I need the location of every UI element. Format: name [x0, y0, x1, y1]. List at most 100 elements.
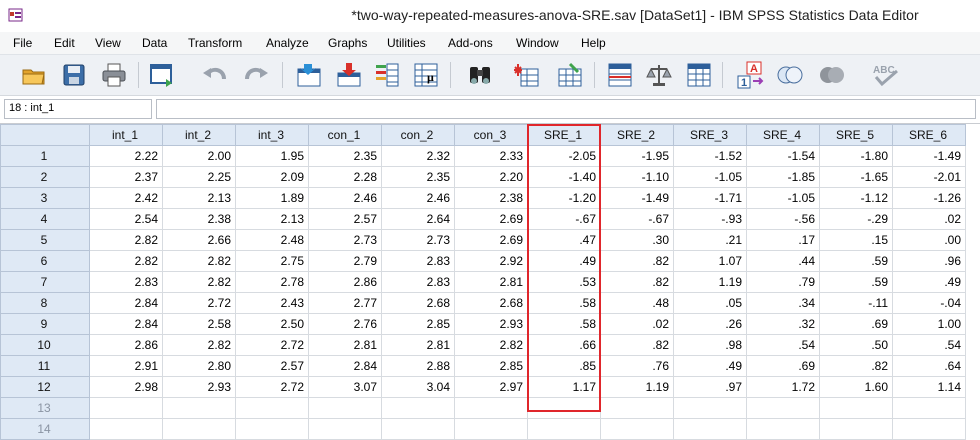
show-all-variables-icon[interactable]	[818, 61, 846, 89]
data-cell[interactable]: -1.71	[673, 187, 747, 209]
data-cell[interactable]	[162, 418, 236, 440]
data-cell[interactable]	[527, 397, 601, 419]
data-cell[interactable]: -1.20	[527, 187, 601, 209]
data-cell[interactable]: .69	[819, 313, 893, 335]
menu-view[interactable]: View	[95, 36, 121, 50]
menu-edit[interactable]: Edit	[54, 36, 75, 50]
weight-cases-icon[interactable]	[645, 61, 673, 89]
data-cell[interactable]: 2.72	[235, 334, 309, 356]
data-cell[interactable]: -1.49	[600, 187, 674, 209]
data-cell[interactable]: 2.33	[454, 145, 528, 167]
data-cell[interactable]: 2.84	[89, 292, 163, 314]
data-cell[interactable]: 2.57	[235, 355, 309, 377]
data-cell[interactable]: 2.69	[454, 208, 528, 230]
data-cell[interactable]: .49	[673, 355, 747, 377]
data-cell[interactable]: 2.81	[454, 271, 528, 293]
data-cell[interactable]: 2.91	[89, 355, 163, 377]
value-labels-icon[interactable]: A1	[737, 61, 765, 89]
cell-reference-field[interactable]: 18 : int_1	[4, 99, 152, 119]
data-cell[interactable]: 2.76	[308, 313, 382, 335]
data-cell[interactable]: .97	[673, 376, 747, 398]
data-cell[interactable]: 2.43	[235, 292, 309, 314]
data-cell[interactable]: 1.19	[600, 376, 674, 398]
data-cell[interactable]: 2.46	[308, 187, 382, 209]
data-cell[interactable]: 1.07	[673, 250, 747, 272]
data-cell[interactable]	[819, 397, 893, 419]
data-cell[interactable]: .49	[892, 271, 966, 293]
data-cell[interactable]	[892, 418, 966, 440]
data-cell[interactable]: 2.28	[308, 166, 382, 188]
data-cell[interactable]: 3.04	[381, 376, 455, 398]
data-cell[interactable]: .30	[600, 229, 674, 251]
data-cell[interactable]: 1.60	[819, 376, 893, 398]
data-cell[interactable]: 2.50	[235, 313, 309, 335]
open-folder-icon[interactable]	[20, 61, 48, 89]
data-cell[interactable]: .15	[819, 229, 893, 251]
data-cell[interactable]: .44	[746, 250, 820, 272]
data-cell[interactable]: 2.82	[162, 250, 236, 272]
data-cell[interactable]: 1.17	[527, 376, 601, 398]
data-cell[interactable]: 2.98	[89, 376, 163, 398]
data-cell[interactable]: 2.73	[381, 229, 455, 251]
data-cell[interactable]: 1.72	[746, 376, 820, 398]
goto-variable-icon[interactable]	[335, 61, 363, 89]
data-cell[interactable]: 2.93	[454, 313, 528, 335]
row-header[interactable]: 13	[0, 397, 90, 419]
data-cell[interactable]: -.93	[673, 208, 747, 230]
data-cell[interactable]: -1.80	[819, 145, 893, 167]
data-cell[interactable]	[600, 418, 674, 440]
split-file-icon[interactable]	[606, 61, 634, 89]
data-cell[interactable]: 2.73	[308, 229, 382, 251]
data-cell[interactable]: 2.37	[89, 166, 163, 188]
data-cell[interactable]	[381, 418, 455, 440]
data-cell[interactable]	[308, 418, 382, 440]
run-descriptives-icon[interactable]: μ	[412, 61, 440, 89]
cell-value-field[interactable]	[156, 99, 976, 119]
row-header[interactable]: 2	[0, 166, 90, 188]
menu-analyze[interactable]: Analyze	[266, 36, 309, 50]
column-header-SRE_5[interactable]: SRE_5	[819, 124, 893, 146]
data-cell[interactable]: 2.77	[308, 292, 382, 314]
data-cell[interactable]: -1.05	[746, 187, 820, 209]
menu-window[interactable]: Window	[516, 36, 559, 50]
menu-graphs[interactable]: Graphs	[328, 36, 367, 50]
data-cell[interactable]: 2.64	[381, 208, 455, 230]
data-cell[interactable]	[454, 397, 528, 419]
data-cell[interactable]: -1.54	[746, 145, 820, 167]
data-cell[interactable]: 2.86	[308, 271, 382, 293]
data-cell[interactable]: .58	[527, 313, 601, 335]
row-header[interactable]: 6	[0, 250, 90, 272]
select-cases-icon[interactable]	[685, 61, 713, 89]
data-cell[interactable]	[454, 418, 528, 440]
column-header-SRE_1[interactable]: SRE_1	[527, 124, 601, 146]
data-cell[interactable]: .66	[527, 334, 601, 356]
data-cell[interactable]: .00	[892, 229, 966, 251]
data-cell[interactable]: 1.14	[892, 376, 966, 398]
data-cell[interactable]: .82	[600, 334, 674, 356]
insert-cases-icon[interactable]	[513, 61, 541, 89]
save-icon[interactable]	[60, 61, 88, 89]
column-header-int_3[interactable]: int_3	[235, 124, 309, 146]
data-cell[interactable]: .85	[527, 355, 601, 377]
data-cell[interactable]: .47	[527, 229, 601, 251]
data-cell[interactable]: .96	[892, 250, 966, 272]
data-cell[interactable]: .02	[600, 313, 674, 335]
menu-utilities[interactable]: Utilities	[387, 36, 426, 50]
data-cell[interactable]: .02	[892, 208, 966, 230]
data-cell[interactable]: 2.82	[89, 229, 163, 251]
data-cell[interactable]: -.04	[892, 292, 966, 314]
data-cell[interactable]: -1.26	[892, 187, 966, 209]
data-cell[interactable]: 2.09	[235, 166, 309, 188]
data-cell[interactable]: .32	[746, 313, 820, 335]
data-cell[interactable]	[527, 418, 601, 440]
redo-icon[interactable]	[243, 61, 271, 89]
data-cell[interactable]: 1.95	[235, 145, 309, 167]
data-cell[interactable]: -1.52	[673, 145, 747, 167]
data-cell[interactable]: .50	[819, 334, 893, 356]
menu-addons[interactable]: Add-ons	[448, 36, 493, 50]
insert-variable-icon[interactable]	[556, 61, 584, 89]
data-cell[interactable]: 2.13	[162, 187, 236, 209]
data-cell[interactable]: .79	[746, 271, 820, 293]
data-cell[interactable]: -2.05	[527, 145, 601, 167]
data-cell[interactable]: 2.35	[381, 166, 455, 188]
